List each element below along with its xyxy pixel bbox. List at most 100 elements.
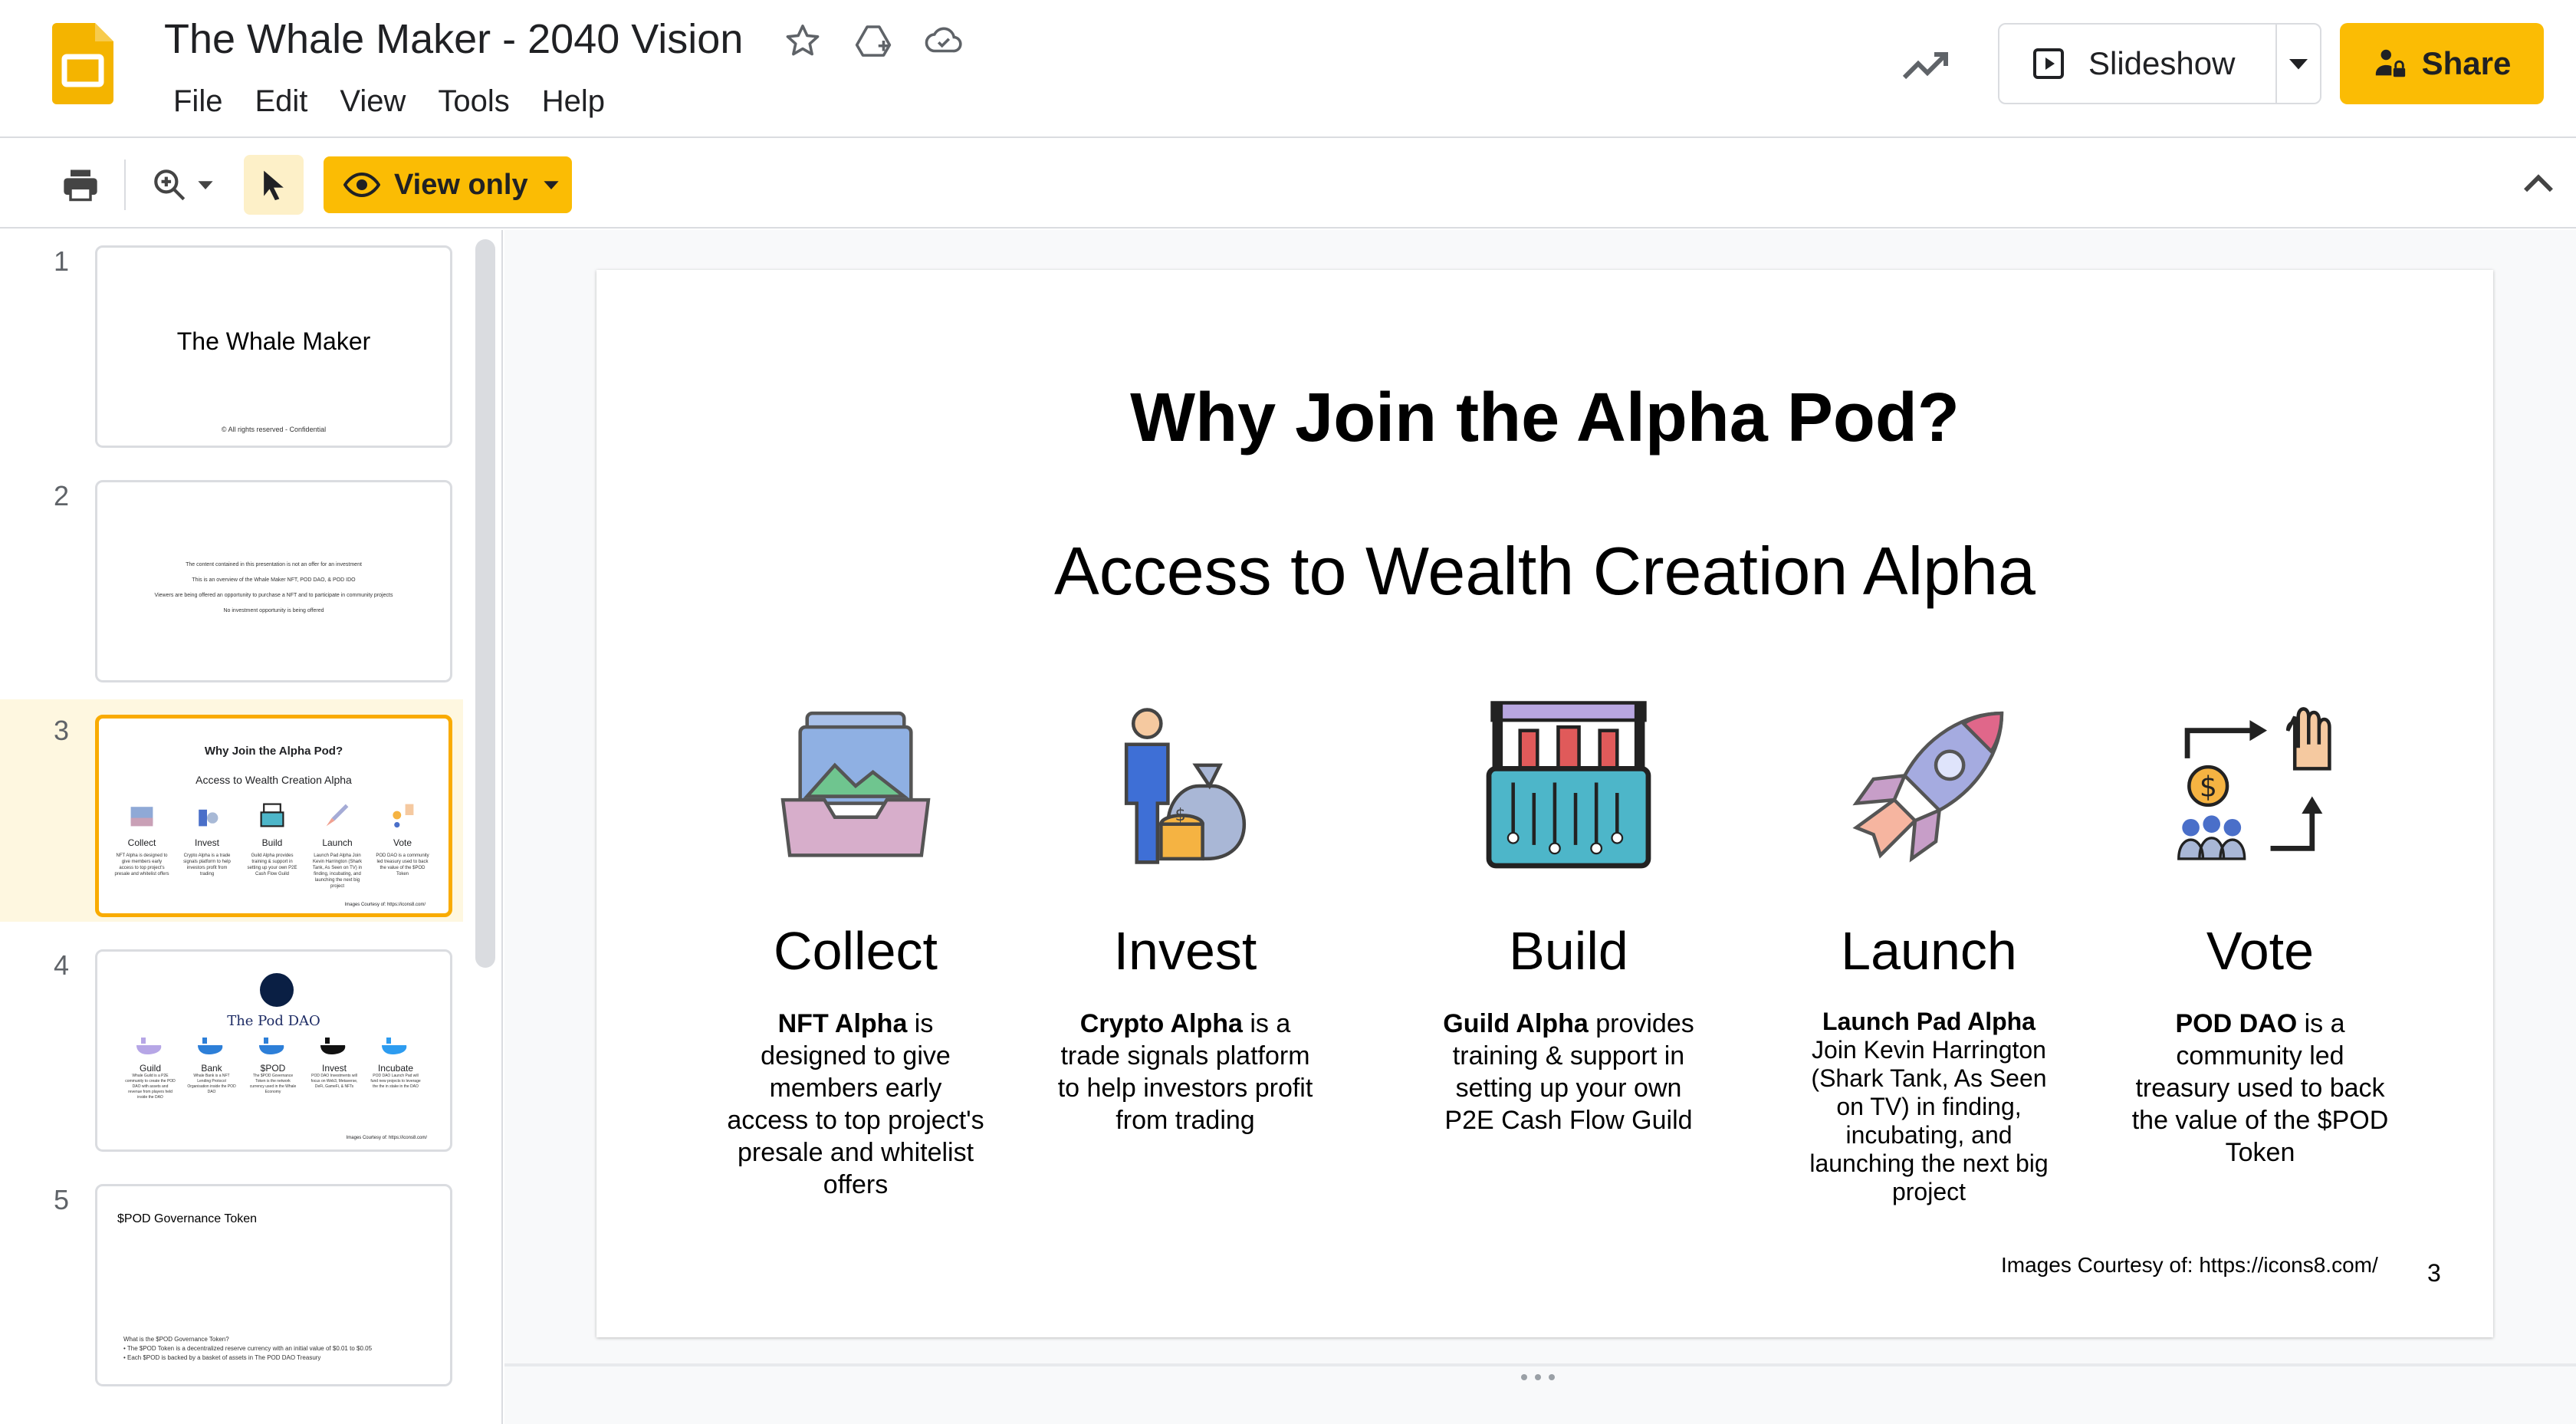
thumb-subtitle: Access to Wealth Creation Alpha (196, 774, 352, 786)
whale-icon (198, 1038, 223, 1054)
slide-number: 3 (54, 715, 70, 746)
slide-thumbnail[interactable]: The Whale Maker © All rights reserved - … (95, 245, 452, 448)
eye-icon (343, 172, 380, 198)
image-credits: Images Courtesy of: https://icons8.com/ (2001, 1253, 2378, 1277)
vote-hand-icon (393, 804, 414, 828)
thumb-text-line: • The $POD Token is a decentralized rese… (123, 1345, 373, 1352)
column-collect: Collect NFT Alpha is designed to give me… (725, 699, 986, 1201)
menu-edit[interactable]: Edit (245, 80, 317, 123)
activity-dashboard-icon[interactable] (1900, 38, 1955, 94)
filmstrip-slide-4[interactable]: 4 The Pod DAO Guild Whale Guild is a P2E… (0, 934, 463, 1156)
thumb-text-line: The content contained in this presentati… (186, 562, 362, 567)
print-button[interactable] (51, 155, 110, 215)
filmstrip-slide-1[interactable]: 1 The Whale Maker © All rights reserved … (0, 230, 463, 452)
menu-bar: File Edit View Tools Help (164, 80, 614, 123)
filmstrip-slide-2[interactable]: 2 The content contained in this presenta… (0, 465, 463, 687)
column-description: Launch Pad Alpha Join Kevin Harrington (… (1809, 1008, 2049, 1205)
lock-person-icon (2375, 49, 2405, 77)
thumb-text-line: No investment opportunity is being offer… (223, 608, 324, 613)
slide-thumbnail[interactable]: $POD Governance Token What is the $POD G… (95, 1184, 452, 1386)
filmstrip-slide-3[interactable]: 3 Why Join the Alpha Pod? Access to Weal… (0, 699, 463, 922)
toolbox-icon (260, 803, 284, 827)
thumb-column: Launch Launch Pad Alpha Join Kevin Harri… (310, 801, 365, 890)
column-launch: Launch Launch Pad Alpha Join Kevin Harri… (1799, 699, 2059, 1206)
document-title[interactable]: The Whale Maker - 2040 Vision (164, 14, 743, 64)
whale-icon (320, 1038, 346, 1054)
column-description: NFT Alpha is designed to give members ea… (727, 1009, 984, 1199)
speaker-notes-handle[interactable] (1521, 1374, 1555, 1380)
slide-number: 2 (54, 480, 70, 511)
speaker-notes-divider[interactable] (504, 1363, 2576, 1366)
collapse-menus-icon[interactable] (2516, 163, 2561, 207)
thumb-col-label: Launch (322, 837, 353, 848)
thumb-credit: Images Courtesy of: https://icons8.com/ (346, 1136, 427, 1140)
slide-thumbnail[interactable]: Why Join the Alpha Pod? Access to Wealth… (95, 715, 452, 917)
view-only-mode-button[interactable]: View only (324, 156, 572, 213)
column-description: POD DAO is a community led treasury used… (2131, 1009, 2389, 1167)
thumb-column: Build Guild Alpha provides training & su… (245, 801, 300, 877)
investor-money-bag-icon: $ (1124, 708, 1247, 864)
menu-help[interactable]: Help (533, 80, 614, 123)
column-vote: $ Vote POD DAO is a community led treasu… (2130, 699, 2390, 1169)
pod-dao-logo-icon (260, 973, 294, 1007)
slideshow-label: Slideshow (2088, 45, 2236, 81)
investor-money-icon (199, 809, 219, 827)
thumb-body: What is the $POD Governance Token? • The… (123, 1335, 372, 1363)
svg-text:$: $ (1175, 805, 1185, 825)
current-slide[interactable]: Why Join the Alpha Pod? Access to Wealth… (596, 270, 2493, 1337)
view-only-label: View only (394, 168, 528, 201)
column-build: Build Guild Alpha provides training & su… (1438, 699, 1699, 1136)
column-name: Collect (774, 921, 938, 981)
thumb-col-text: Crypto Alpha is a trade signals platform… (183, 853, 231, 876)
thumb-text-line: This is an overview of the Whale Maker N… (192, 577, 356, 583)
thumb-col-text: POD DAO Investments will focus on Web3, … (310, 1074, 358, 1089)
menu-tools[interactable]: Tools (429, 80, 518, 123)
toolbar: View only (0, 140, 2576, 229)
inbox-tray-icon (780, 711, 931, 857)
share-button[interactable]: Share (2340, 23, 2544, 104)
filmstrip-scrollbar[interactable] (475, 239, 495, 968)
zoom-in-icon (154, 169, 186, 201)
slide-number: 4 (54, 949, 70, 981)
zoom-dropdown[interactable] (190, 155, 221, 215)
community-vote-icon: $ (2177, 707, 2331, 860)
menu-file[interactable]: File (164, 80, 232, 123)
whale-icon (259, 1038, 284, 1054)
slide-thumbnail[interactable]: The Pod DAO Guild Whale Guild is a P2E c… (95, 949, 452, 1152)
thumb-col-text: POD DAO is a community led treasury used… (376, 853, 429, 876)
cloud-saved-icon[interactable] (923, 20, 964, 61)
thumb-col-label: Collect (127, 837, 156, 848)
thumb-col-text: NFT Alpha is designed to give members ea… (114, 853, 169, 876)
menu-view[interactable]: View (330, 80, 415, 123)
thumb-col-text: Whale Guild is a P2E community to create… (125, 1074, 176, 1100)
slideshow-button-group: Slideshow (1998, 23, 2321, 104)
present-icon (2033, 48, 2064, 79)
slides-logo-icon[interactable] (52, 23, 113, 104)
slide-thumbnail[interactable]: The content contained in this presentati… (95, 480, 452, 682)
thumb-title: The Pod DAO (227, 1013, 320, 1029)
thumb-col-label: $POD (260, 1063, 286, 1074)
print-icon (64, 169, 97, 202)
select-tool-button[interactable] (244, 155, 304, 215)
thumb-col-label: Guild (139, 1063, 161, 1074)
filmstrip-slide-5[interactable]: 5 $POD Governance Token What is the $POD… (0, 1169, 463, 1391)
cursor-arrow-icon (264, 170, 284, 201)
thumb-col-label: Invest (194, 837, 219, 848)
toolbox-circuit-icon (1486, 701, 1651, 869)
slide-page-number: 3 (2427, 1259, 2441, 1287)
top-bar: The Whale Maker - 2040 Vision File Edit … (0, 0, 2576, 138)
thumb-title: Why Join the Alpha Pod? (204, 745, 343, 758)
column-invest: $ Invest Crypto Alpha is a trade signals… (1055, 699, 1316, 1136)
slideshow-options-dropdown[interactable] (2277, 52, 2320, 75)
thumb-col-label: Incubate (377, 1063, 414, 1074)
column-name: Invest (1113, 921, 1257, 981)
star-icon[interactable] (782, 20, 823, 61)
thumb-column: Incubate POD DAO Launch Pad will fund ne… (370, 1034, 421, 1090)
thumb-text-line: • Each $POD is backed by a basket of ass… (123, 1354, 321, 1361)
thumb-col-label: Build (261, 837, 283, 848)
slideshow-button[interactable]: Slideshow (1999, 25, 2277, 103)
thumb-col-text: Whale Bank is a NFT Lending Protocol Org… (187, 1074, 236, 1094)
move-to-drive-icon[interactable] (853, 20, 894, 61)
caret-down-icon (2289, 59, 2308, 70)
thumb-col-label: Bank (201, 1063, 222, 1074)
